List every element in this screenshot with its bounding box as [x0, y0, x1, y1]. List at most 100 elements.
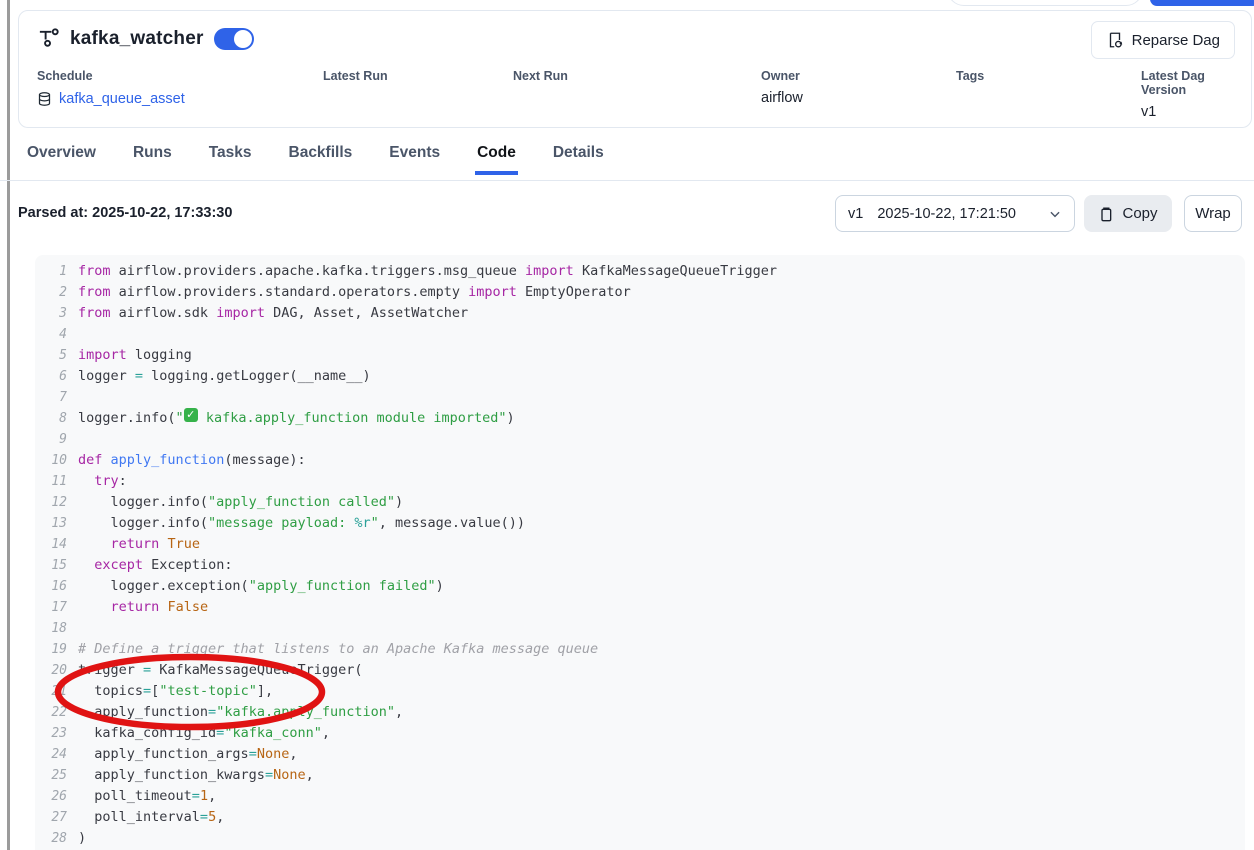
code-line: 9	[35, 429, 1245, 450]
code-token: kafka_config_id	[78, 723, 216, 744]
code-token: =	[143, 681, 151, 702]
reparse-dag-button[interactable]: Reparse Dag	[1091, 21, 1235, 59]
reparse-label: Reparse Dag	[1132, 32, 1220, 49]
line-number: 25	[43, 765, 67, 786]
tab-code[interactable]: Code	[475, 140, 518, 175]
code-block[interactable]: 1from airflow.providers.apache.kafka.tri…	[35, 255, 1245, 850]
dag-enabled-toggle[interactable]	[214, 28, 254, 50]
code-token: %r	[354, 513, 370, 534]
line-number: 24	[43, 744, 67, 765]
code-token: logger.info(	[78, 492, 208, 513]
code-line: 21 topics=["test-topic"],	[35, 681, 1245, 702]
code-token: EmptyOperator	[517, 282, 631, 303]
field-schedule: Schedule kafka_queue_asset	[37, 69, 185, 107]
code-token: poll_timeout	[78, 786, 192, 807]
copy-label: Copy	[1122, 205, 1157, 222]
code-token: ,	[289, 744, 297, 765]
code-token: =	[135, 366, 143, 387]
code-token: ,	[322, 723, 330, 744]
page: kafka_watcher Reparse Dag Schedule	[0, 0, 1254, 850]
line-number: 26	[43, 786, 67, 807]
line-number: 17	[43, 597, 67, 618]
line-number: 7	[43, 387, 67, 408]
code-line: 25 apply_function_kwargs=None,	[35, 765, 1245, 786]
code-line: 12 logger.info("apply_function called")	[35, 492, 1245, 513]
wrap-button[interactable]: Wrap	[1184, 195, 1242, 232]
schedule-asset-label: kafka_queue_asset	[59, 91, 185, 107]
line-number: 9	[43, 429, 67, 450]
code-token: return	[111, 534, 160, 555]
reparse-icon	[1106, 31, 1124, 49]
line-number: 4	[43, 324, 67, 345]
code-token: )	[507, 408, 515, 429]
code-line: 8logger.info("✓ kafka.apply_function mod…	[35, 408, 1245, 429]
code-token: kafka.apply_function module imported"	[198, 408, 507, 429]
field-value	[513, 90, 568, 107]
field-label: Latest Dag Version	[1141, 69, 1251, 97]
field-label: Owner	[761, 69, 803, 83]
code-token: None	[257, 744, 290, 765]
dag-version-select[interactable]: v1 2025-10-22, 17:21:50	[835, 195, 1075, 232]
line-number: 15	[43, 555, 67, 576]
parsed-at-text: Parsed at: 2025-10-22, 17:33:30	[18, 205, 232, 221]
wrap-label: Wrap	[1195, 205, 1231, 222]
code-line: 22 apply_function="kafka.apply_function"…	[35, 702, 1245, 723]
code-token: from	[78, 303, 111, 324]
field-value: v1	[1141, 104, 1251, 121]
line-number: 23	[43, 723, 67, 744]
code-token: airflow.providers.apache.kafka.triggers.…	[111, 261, 526, 282]
tab-overview[interactable]: Overview	[25, 140, 98, 175]
code-token: apply_function_args	[78, 744, 249, 765]
code-token: False	[167, 597, 208, 618]
line-number: 13	[43, 513, 67, 534]
code-token: ,	[216, 807, 224, 828]
tab-tasks[interactable]: Tasks	[207, 140, 254, 175]
code-line: 11 try:	[35, 471, 1245, 492]
sidebar-edge-divider	[7, 0, 10, 850]
code-token: Exception:	[143, 555, 232, 576]
code-token: # Define a trigger that listens to an Ap…	[78, 639, 598, 660]
code-token: import	[78, 345, 127, 366]
code-token: def	[78, 450, 102, 471]
code-token: import	[216, 303, 265, 324]
code-line: 6logger = logging.getLogger(__name__)	[35, 366, 1245, 387]
code-token: (message):	[224, 450, 305, 471]
code-token: True	[167, 534, 200, 555]
code-token: "test-topic"	[159, 681, 257, 702]
clipboard-icon	[1098, 206, 1114, 222]
line-number: 18	[43, 618, 67, 639]
code-token: except	[94, 555, 143, 576]
code-line: 23 kafka_config_id="kafka_conn",	[35, 723, 1245, 744]
code-line: 1from airflow.providers.apache.kafka.tri…	[35, 261, 1245, 282]
field-tags: Tags	[956, 69, 984, 107]
code-token: DAG, Asset, AssetWatcher	[265, 303, 468, 324]
code-token: topics	[78, 681, 143, 702]
copy-button[interactable]: Copy	[1084, 195, 1172, 232]
global-search-input[interactable]	[947, 0, 1143, 6]
code-line: 14 return True	[35, 534, 1245, 555]
tab-details[interactable]: Details	[551, 140, 606, 175]
schedule-asset-link[interactable]: kafka_queue_asset	[37, 90, 185, 107]
code-line: 27 poll_interval=5,	[35, 807, 1245, 828]
code-token: airflow.providers.standard.operators.emp…	[111, 282, 469, 303]
code-line: 7	[35, 387, 1245, 408]
code-token: logger.info(	[78, 408, 176, 429]
tab-backfills[interactable]: Backfills	[287, 140, 355, 175]
field-latest-dag-version: Latest Dag Version v1	[1141, 69, 1251, 121]
tab-events[interactable]: Events	[387, 140, 442, 175]
field-label: Tags	[956, 69, 984, 83]
code-token: logger.info(	[78, 513, 208, 534]
tab-runs[interactable]: Runs	[131, 140, 174, 175]
code-line: 13 logger.info("message payload: %r", me…	[35, 513, 1245, 534]
code-token: import	[525, 261, 574, 282]
code-token: from	[78, 261, 111, 282]
code-line: 15 except Exception:	[35, 555, 1245, 576]
code-token: "message payload:	[208, 513, 354, 534]
field-label: Schedule	[37, 69, 185, 83]
dag-header-card: kafka_watcher Reparse Dag Schedule	[18, 10, 1252, 128]
field-value	[323, 90, 388, 107]
code-token: airflow.sdk	[111, 303, 217, 324]
code-line: 17 return False	[35, 597, 1245, 618]
code-token: KafkaMessageQueueTrigger	[574, 261, 777, 282]
top-primary-button[interactable]	[1150, 0, 1254, 6]
